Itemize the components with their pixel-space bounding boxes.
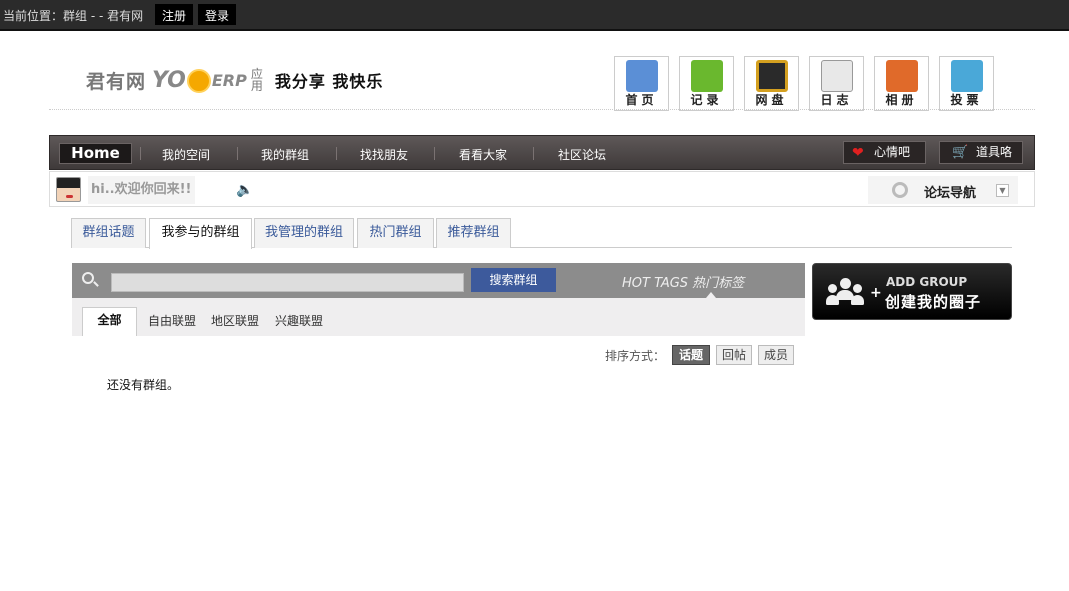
filter-free-alliance[interactable]: 自由联盟 (148, 312, 196, 329)
nav-icon-home[interactable]: 首页 (614, 56, 669, 111)
sort-by-members[interactable]: 成员 (758, 345, 794, 365)
location-breadcrumb: 当前位置：群组 - - 君有网 (3, 9, 144, 23)
heart-icon: ❤ (852, 145, 864, 161)
sort-by-replies[interactable]: 回帖 (716, 345, 752, 365)
tab-managed-groups[interactable]: 我管理的群组 (254, 218, 354, 248)
logo-brand-yo: YO (152, 67, 186, 93)
group-tabs: 群组话题 我参与的群组 我管理的群组 热门群组 推荐群组 (71, 218, 1012, 249)
props-label: 道具咯 (976, 145, 1013, 159)
tab-group-topics[interactable]: 群组话题 (71, 218, 146, 248)
props-button[interactable]: 🛒 道具咯 (939, 141, 1023, 164)
smiley-icon (186, 69, 211, 93)
nav-item-browse-all[interactable]: 看看大家 (459, 146, 507, 163)
nav-separator (336, 147, 337, 160)
hot-tags-link[interactable]: HOT TAGS 热门标签 (622, 272, 744, 291)
nav-icon-label: 相册 (885, 93, 918, 107)
avatar-mouth (66, 195, 73, 198)
filter-interest-alliance[interactable]: 兴趣联盟 (275, 312, 323, 329)
nav-icon-label: 记录 (690, 93, 723, 107)
home-button[interactable]: Home (59, 143, 132, 164)
sort-by-topics[interactable]: 话题 (672, 345, 710, 365)
nav-icon-album[interactable]: 相册 (874, 56, 929, 111)
nav-icon-label: 网盘 (755, 93, 788, 107)
chevron-down-icon[interactable]: ▼ (996, 184, 1009, 197)
avatar[interactable] (56, 177, 81, 202)
group-filter-bar: 全部 自由联盟 地区联盟 兴趣联盟 (72, 298, 805, 336)
cart-icon: 🛒 (952, 145, 969, 160)
tab-joined-groups[interactable]: 我参与的群组 (149, 218, 252, 249)
logo-seal: 应用 (250, 67, 263, 93)
nav-icon-vote[interactable]: 投票 (939, 56, 994, 111)
nav-icon-disk[interactable]: 网盘 (744, 56, 799, 111)
nav-icon-record[interactable]: 记录 (679, 56, 734, 111)
nav-icon-diary[interactable]: 日志 (809, 56, 864, 111)
home-icon (626, 60, 658, 92)
nav-icon-bar: 首页 记录 网盘 日志 相册 投票 (614, 56, 1004, 111)
nav-item-my-groups[interactable]: 我的群组 (261, 146, 309, 163)
filter-all[interactable]: 全部 (82, 307, 137, 336)
site-logo[interactable]: 君有网 YO ERP 应用 我分享 我快乐 (86, 63, 383, 97)
header-divider (49, 109, 1035, 110)
search-panel: 搜索群组 HOT TAGS 热门标签 (72, 263, 805, 298)
mood-button[interactable]: ❤ 心情吧 (843, 141, 926, 164)
speaker-icon[interactable]: 🔈 (236, 182, 253, 198)
forum-nav-label: 论坛导航 (924, 186, 977, 201)
group-person-body (826, 295, 839, 305)
avatar-hair (57, 178, 80, 188)
vote-icon (951, 60, 983, 92)
add-group-cn-label: 创建我的圈子 (885, 293, 982, 311)
nav-separator (533, 147, 534, 160)
main-nav: Home 我的空间 我的群组 找找朋友 看看大家 社区论坛 ❤ 心情吧 🛒 道具… (49, 135, 1035, 170)
nav-item-find-friends[interactable]: 找找朋友 (360, 146, 408, 163)
add-group-button[interactable]: + ADD GROUP 创建我的圈子 (812, 263, 1012, 320)
tab-recommended-groups[interactable]: 推荐群组 (436, 218, 511, 248)
group-person-head (840, 278, 851, 289)
nav-icon-label: 日志 (820, 93, 853, 107)
group-person-head (828, 284, 837, 293)
forum-nav-dropdown[interactable]: 论坛导航 ▼ (868, 176, 1018, 204)
album-icon (886, 60, 918, 92)
empty-groups-message: 还没有群组。 (107, 378, 180, 392)
site-slogan: 我分享 我快乐 (274, 72, 384, 91)
nav-icon-label: 投票 (950, 93, 983, 107)
filter-region-alliance[interactable]: 地区联盟 (211, 312, 259, 329)
register-button[interactable]: 注册 (155, 4, 194, 25)
logo-site-name: 君有网 (86, 70, 147, 93)
nav-item-forum[interactable]: 社区论坛 (558, 146, 606, 163)
group-person-body (851, 295, 864, 305)
plus-icon: + (870, 285, 882, 301)
search-icon (82, 272, 94, 284)
nav-separator (140, 147, 141, 160)
tab-hot-groups[interactable]: 热门群组 (357, 218, 434, 248)
welcome-message: hi..欢迎你回来!! (88, 176, 195, 204)
diary-icon (821, 60, 853, 92)
add-group-en-label: ADD GROUP (886, 275, 968, 289)
top-bar: 当前位置：群组 - - 君有网 注册 登录 (0, 0, 1069, 31)
group-people-icon (826, 278, 866, 306)
mood-label: 心情吧 (874, 145, 911, 159)
nav-icon-label: 首页 (625, 93, 658, 107)
search-groups-button[interactable]: 搜索群组 (471, 268, 556, 292)
nav-separator (237, 147, 238, 160)
search-input[interactable] (111, 273, 464, 292)
nav-item-my-space[interactable]: 我的空间 (162, 146, 210, 163)
sort-label: 排序方式： (605, 349, 666, 363)
logo-brand-erp: ERP (211, 70, 247, 90)
login-button[interactable]: 登录 (198, 4, 237, 25)
group-person-head (853, 284, 862, 293)
record-icon (691, 60, 723, 92)
nav-separator (434, 147, 435, 160)
forum-nav-icon (892, 182, 908, 198)
welcome-bar: hi..欢迎你回来!! 🔈 论坛导航 ▼ (49, 171, 1035, 207)
disk-icon (756, 60, 788, 92)
